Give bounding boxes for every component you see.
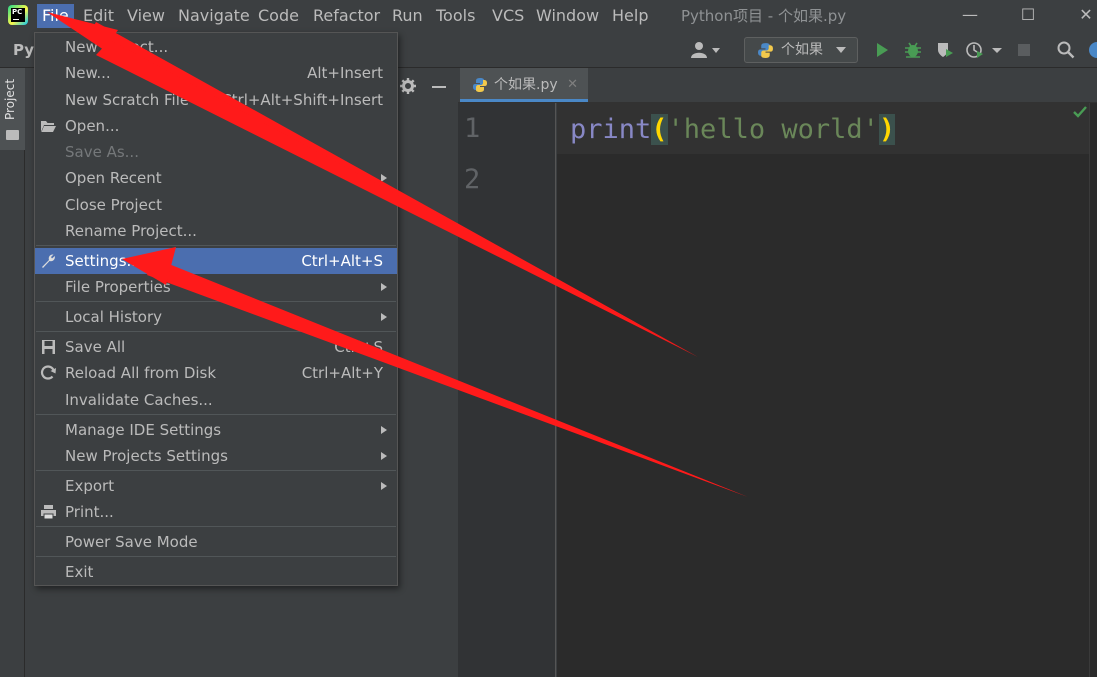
editor-scrollbar[interactable]	[1089, 103, 1097, 677]
coverage-icon[interactable]	[936, 41, 954, 59]
project-tool-tab[interactable]: Project	[0, 68, 25, 150]
pycharm-logo-icon: PC	[8, 5, 28, 25]
chevron-down-icon[interactable]	[991, 41, 1003, 59]
menu-item-file-properties[interactable]: File Properties	[35, 274, 397, 300]
menu-item-shortcut: Alt+Insert	[307, 64, 383, 82]
project-breadcrumb[interactable]: Py	[13, 41, 34, 59]
minimize-panel-icon[interactable]	[432, 86, 446, 88]
code-line: print('hello world')	[570, 111, 896, 149]
menu-item-exit[interactable]: Exit	[35, 559, 397, 585]
menu-item-new-projects-settings[interactable]: New Projects Settings	[35, 443, 397, 469]
menu-item-invalidate-caches[interactable]: Invalidate Caches...	[35, 387, 397, 413]
code-paren-open: (	[651, 114, 668, 145]
submenu-arrow-icon	[381, 313, 387, 321]
menu-item-open-recent[interactable]: Open Recent	[35, 165, 397, 191]
maximize-button[interactable]: ☐	[1008, 2, 1048, 28]
submenu-arrow-icon	[381, 426, 387, 434]
line-number-gutter: 1 2	[458, 103, 556, 677]
tool-window-stripe: Project	[0, 68, 25, 677]
search-icon[interactable]	[1057, 41, 1075, 59]
profile-icon[interactable]	[966, 41, 984, 59]
submenu-arrow-icon	[381, 482, 387, 490]
code-string: 'hello world'	[667, 114, 879, 145]
editor-tab-bar: 个如果.py ✕	[458, 68, 1097, 103]
inspection-ok-icon[interactable]	[1073, 106, 1087, 118]
minimize-button[interactable]: —	[950, 2, 990, 28]
user-icon[interactable]	[690, 41, 720, 59]
menu-separator	[36, 414, 396, 415]
menu-item-power-save-mode[interactable]: Power Save Mode	[35, 529, 397, 555]
menu-item-manage-ide-settings[interactable]: Manage IDE Settings	[35, 417, 397, 443]
submenu-arrow-icon	[381, 283, 387, 291]
code-editor[interactable]: print('hello world')	[557, 103, 1097, 677]
window-title: Python项目 - 个如果.py	[681, 7, 847, 25]
chevron-down-icon	[836, 47, 846, 53]
menu-file[interactable]: File	[37, 4, 74, 28]
menu-item-save-all[interactable]: Save All Ctrl+S	[35, 334, 397, 360]
tab-close-icon[interactable]: ✕	[567, 68, 578, 102]
menu-navigate[interactable]: Navigate	[173, 4, 255, 28]
menu-item-close-project[interactable]: Close Project	[35, 192, 397, 218]
menu-item-settings[interactable]: Settings... Ctrl+Alt+S	[35, 248, 397, 274]
menu-item-rename-project[interactable]: Rename Project...	[35, 218, 397, 244]
menu-separator	[36, 556, 396, 557]
gear-icon[interactable]	[399, 77, 417, 95]
menu-item-shortcut: Ctrl+Alt+Shift+Insert	[221, 91, 383, 109]
menu-separator	[36, 245, 396, 246]
menu-bar: PC File Edit View Navigate Code Refactor…	[0, 0, 1097, 32]
menu-item-export[interactable]: Export	[35, 473, 397, 499]
python-file-icon	[473, 78, 487, 92]
save-icon	[42, 340, 55, 354]
wrench-icon	[42, 254, 55, 268]
stop-icon[interactable]	[1015, 41, 1033, 59]
menu-item-shortcut: Ctrl+Alt+Y	[301, 364, 383, 382]
menu-run[interactable]: Run	[387, 4, 428, 28]
menu-vcs[interactable]: VCS	[487, 4, 529, 28]
run-configuration-select[interactable]: 个如果	[744, 37, 858, 63]
submenu-arrow-icon	[381, 452, 387, 460]
reload-icon	[40, 365, 56, 380]
close-button[interactable]: ✕	[1066, 2, 1097, 28]
menu-help[interactable]: Help	[607, 4, 653, 28]
editor-tab-label: 个如果.py	[494, 77, 558, 93]
menu-code[interactable]: Code	[253, 4, 304, 28]
menu-separator	[36, 301, 396, 302]
file-menu-dropdown: New Project... New... Alt+Insert New Scr…	[34, 32, 398, 586]
folder-icon	[6, 130, 19, 140]
folder-open-icon	[41, 121, 56, 132]
menu-separator	[36, 526, 396, 527]
editor-tab[interactable]: 个如果.py ✕	[460, 68, 588, 102]
menu-item-new[interactable]: New... Alt+Insert	[35, 60, 397, 86]
menu-item-print[interactable]: Print...	[35, 499, 397, 525]
line-number: 2	[464, 164, 481, 195]
menu-view[interactable]: View	[122, 4, 170, 28]
menu-item-shortcut: Ctrl+Alt+S	[301, 252, 383, 270]
menu-tools[interactable]: Tools	[431, 4, 480, 28]
submenu-arrow-icon	[381, 174, 387, 182]
menu-separator	[36, 470, 396, 471]
menu-item-shortcut: Ctrl+S	[334, 338, 383, 356]
menu-item-new-scratch-file[interactable]: New Scratch File Ctrl+Alt+Shift+Insert	[35, 87, 397, 113]
menu-window[interactable]: Window	[531, 4, 604, 28]
menu-refactor[interactable]: Refactor	[308, 4, 385, 28]
line-number: 1	[464, 113, 481, 144]
print-icon	[41, 505, 56, 520]
menu-item-local-history[interactable]: Local History	[35, 304, 397, 330]
menu-edit[interactable]: Edit	[78, 4, 119, 28]
menu-separator	[36, 331, 396, 332]
menu-item-open[interactable]: Open...	[35, 113, 397, 139]
debug-icon[interactable]	[904, 41, 922, 59]
run-configuration-label: 个如果	[781, 42, 823, 58]
menu-item-new-project[interactable]: New Project...	[35, 34, 397, 60]
menu-item-reload-all[interactable]: Reload All from Disk Ctrl+Alt+Y	[35, 360, 397, 386]
menu-item-save-as: Save As...	[65, 143, 139, 161]
project-tool-tab-label: Project	[3, 78, 17, 120]
code-function: print	[570, 114, 652, 145]
run-icon[interactable]	[873, 41, 891, 59]
update-icon[interactable]	[1087, 41, 1097, 59]
python-icon	[758, 43, 773, 58]
code-paren-close: )	[878, 114, 896, 145]
